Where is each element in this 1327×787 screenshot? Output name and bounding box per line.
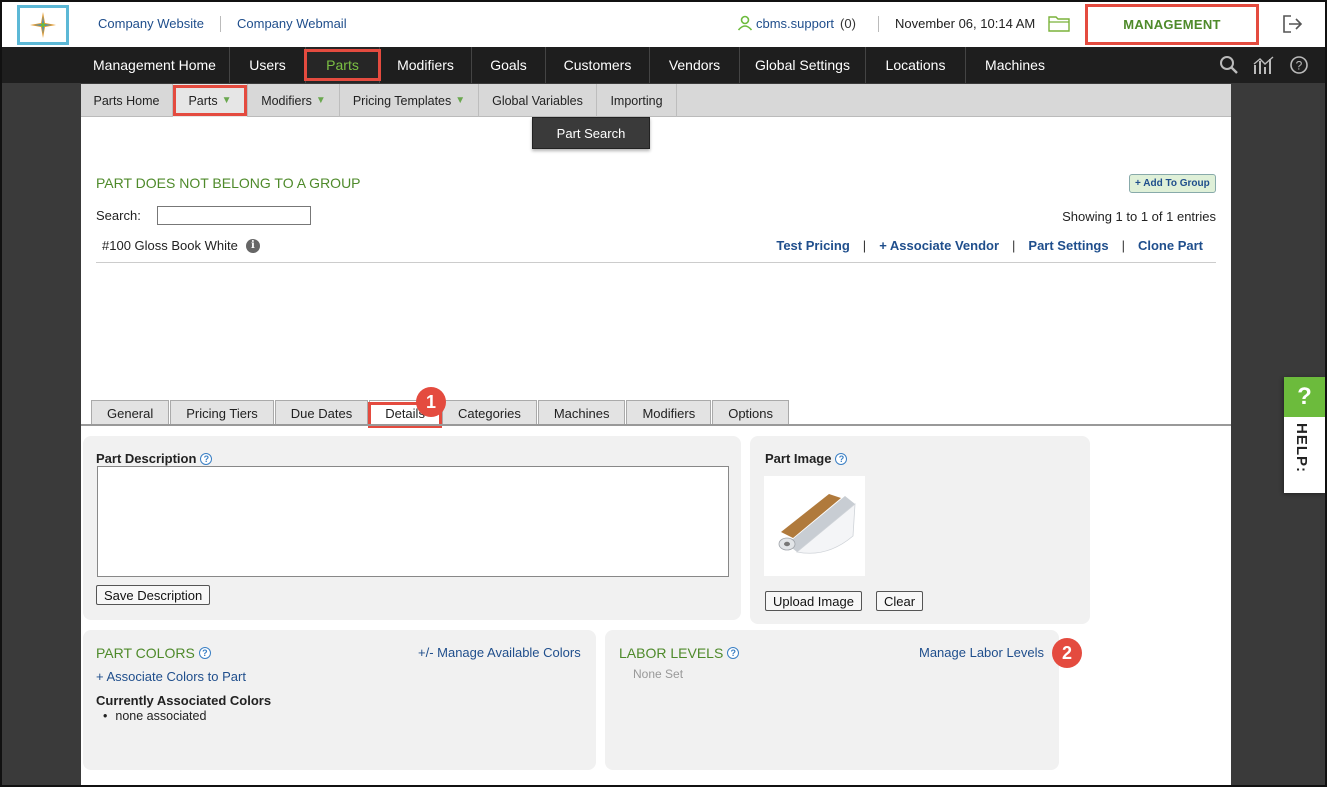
nav-vendors[interactable]: Vendors: [650, 47, 740, 83]
main-content: Parts Home Parts ▼ Modifiers ▼ Pricing Tem…: [81, 84, 1231, 785]
user-name: cbms.support: [756, 15, 835, 31]
top-header: Company Website Company Webmail cbms.sup…: [2, 2, 1325, 47]
subnav-parts-home[interactable]: Parts Home: [81, 84, 173, 117]
action-separator: |: [1012, 238, 1016, 253]
help-side-tab[interactable]: ? HELP:: [1284, 377, 1325, 493]
highlight-box: [173, 85, 247, 116]
description-textarea[interactable]: [97, 466, 729, 577]
clone-part-link[interactable]: Clone Part: [1138, 238, 1203, 253]
labor-levels-empty: None Set: [633, 667, 684, 681]
current-datetime: November 06, 10:14 AM: [895, 16, 1036, 31]
chevron-down-icon: ▼: [455, 95, 466, 106]
image-label: Part Image?: [765, 451, 848, 466]
list-item: • none associated: [103, 709, 207, 723]
chevron-down-icon: ▼: [315, 95, 326, 106]
associate-colors-link[interactable]: + Associate Colors to Part: [96, 669, 246, 684]
part-colors-title: PART COLORS?: [96, 645, 211, 661]
info-icon[interactable]: i: [245, 238, 260, 253]
divider: [96, 262, 1216, 263]
tab-underline: [81, 424, 1231, 426]
tab-pricing-tiers[interactable]: Pricing Tiers: [170, 400, 274, 425]
image-panel: Part Image? Upload Image Clear: [750, 436, 1090, 624]
logout-icon[interactable]: [1282, 14, 1304, 37]
subnav-modifiers[interactable]: Modifiers ▼: [248, 84, 340, 117]
tab-modifiers[interactable]: Modifiers: [626, 400, 712, 425]
add-to-group-button[interactable]: + Add To Group: [1129, 174, 1216, 193]
upload-image-button[interactable]: Upload Image: [765, 591, 862, 611]
tab-categories[interactable]: Categories: [441, 400, 537, 425]
help-question-icon: ?: [1284, 377, 1325, 417]
test-pricing-link[interactable]: Test Pricing: [776, 238, 849, 253]
part-image: [764, 476, 865, 576]
folder-icon[interactable]: [1048, 14, 1070, 35]
tab-options[interactable]: Options: [712, 400, 790, 425]
analytics-icon[interactable]: [1253, 55, 1275, 75]
part-colors-panel: PART COLORS? +/- Manage Available Colors…: [83, 630, 596, 770]
search-label: Search:: [96, 208, 141, 223]
company-logo[interactable]: [17, 5, 69, 45]
nav-parts[interactable]: Parts: [304, 47, 381, 83]
current-colors-label: Currently Associated Colors: [96, 693, 272, 708]
nav-management-home[interactable]: Management Home: [80, 47, 230, 83]
nav-customers[interactable]: Customers: [546, 47, 650, 83]
management-button[interactable]: MANAGEMENT: [1085, 4, 1259, 45]
nav-users[interactable]: Users: [230, 47, 306, 83]
user-icon: [737, 15, 753, 31]
part-actions: Test Pricing | + Associate Vendor | Part…: [776, 238, 1203, 253]
action-separator: |: [1121, 238, 1125, 253]
nav-goals[interactable]: Goals: [472, 47, 546, 83]
search-icon[interactable]: [1219, 55, 1239, 75]
part-settings-link[interactable]: Part Settings: [1028, 238, 1108, 253]
user-account[interactable]: cbms.support (0): [737, 15, 856, 31]
tab-general[interactable]: General: [91, 400, 170, 425]
subnav-pricing-templates[interactable]: Pricing Templates ▼: [340, 84, 479, 117]
step-badge-1: 1: [416, 387, 446, 417]
clear-image-button[interactable]: Clear: [876, 591, 924, 611]
header-separator: [878, 16, 879, 32]
nav-modifiers[interactable]: Modifiers: [380, 47, 472, 83]
description-label: Part Description?: [96, 451, 213, 466]
subnav-importing[interactable]: Importing: [597, 84, 677, 117]
help-icon[interactable]: ?: [1289, 55, 1309, 75]
help-label: HELP:: [1293, 423, 1310, 473]
labor-levels-title: LABOR LEVELS?: [619, 645, 740, 661]
help-question-icon[interactable]: ?: [835, 452, 848, 465]
nav-locations[interactable]: Locations: [866, 47, 966, 83]
user-count: (0): [840, 15, 856, 31]
header-separator: [220, 16, 221, 32]
part-name: #100 Gloss Book White i: [102, 238, 260, 253]
help-question-icon[interactable]: ?: [198, 647, 211, 659]
subnav-parts[interactable]: Parts ▼: [173, 84, 248, 117]
manage-colors-link[interactable]: +/- Manage Available Colors: [418, 645, 581, 660]
help-question-icon[interactable]: ?: [200, 452, 213, 465]
associate-vendor-link[interactable]: + Associate Vendor: [879, 238, 999, 253]
part-search-menu-item[interactable]: Part Search: [532, 117, 650, 149]
svg-text:?: ?: [1296, 59, 1303, 73]
company-logo-icon: [30, 12, 56, 38]
tab-due-dates[interactable]: Due Dates: [274, 400, 369, 425]
nav-tool-icons: ?: [1219, 55, 1309, 75]
subnav-global-variables[interactable]: Global Variables: [479, 84, 597, 117]
save-description-button[interactable]: Save Description: [96, 585, 211, 605]
nav-machines[interactable]: Machines: [966, 47, 1064, 83]
company-webmail-link[interactable]: Company Webmail: [237, 16, 347, 31]
company-website-link[interactable]: Company Website: [98, 16, 204, 31]
main-navigation: Management Home Users Parts Modifiers Go…: [2, 47, 1325, 83]
sub-navigation: Parts Home Parts ▼ Modifiers ▼ Pricing Tem…: [81, 84, 1231, 117]
action-separator: |: [862, 238, 867, 253]
labor-levels-panel: LABOR LEVELS? Manage Labor Levels None S…: [605, 630, 1059, 770]
manage-labor-levels-link[interactable]: Manage Labor Levels: [919, 645, 1044, 660]
tab-machines[interactable]: Machines: [537, 400, 626, 425]
nav-global-settings[interactable]: Global Settings: [740, 47, 866, 83]
page-title: PART DOES NOT BELONG TO A GROUP: [96, 175, 361, 191]
entries-count: Showing 1 to 1 of 1 entries: [1062, 209, 1216, 224]
step-badge-2: 2: [1052, 638, 1082, 668]
description-panel: Part Description? Save Description: [83, 436, 741, 620]
help-question-icon[interactable]: ?: [727, 647, 740, 659]
search-input[interactable]: [157, 206, 311, 225]
paper-roll-image: [778, 494, 855, 554]
